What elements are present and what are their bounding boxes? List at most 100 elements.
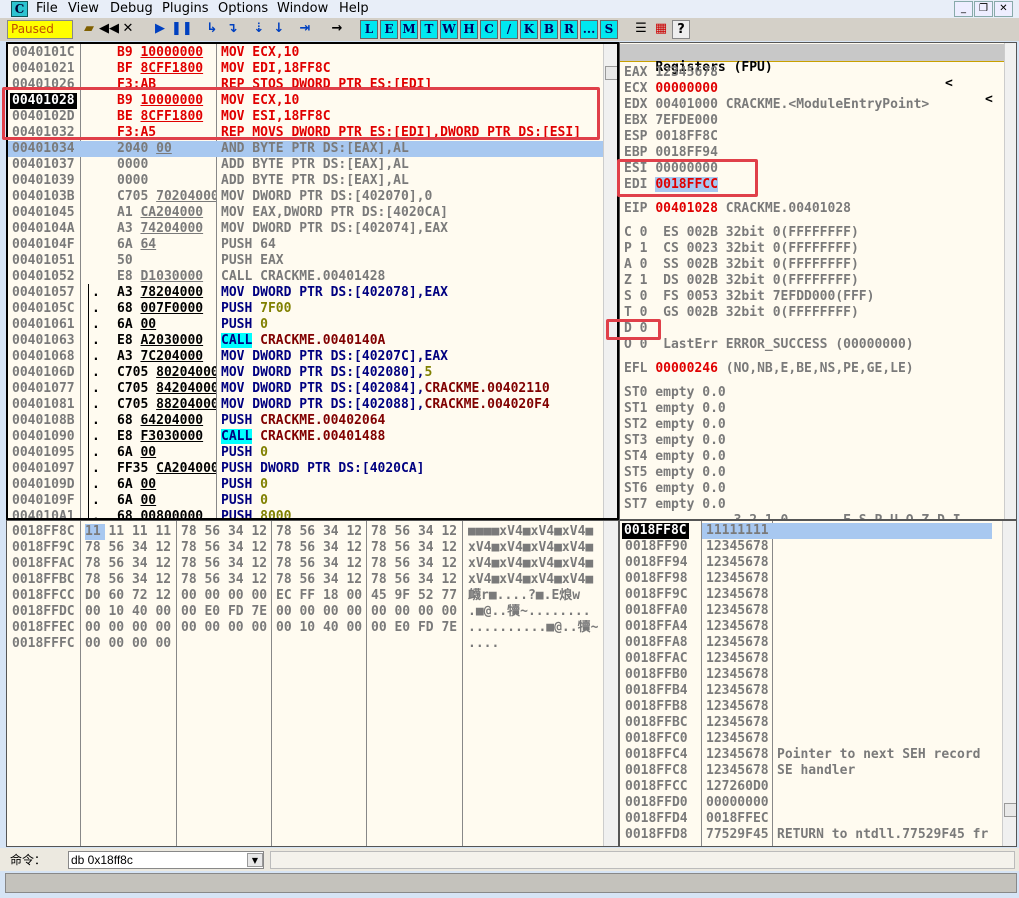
dump-hex-group[interactable]: 00 00 00 00 <box>181 620 267 636</box>
disasm-row[interactable]: 00401052 E8 D1030000 CALL CRACKME.00401428 <box>8 269 603 285</box>
stack-row[interactable]: 0018FFAC 12345678 <box>620 651 992 667</box>
register-row[interactable]: C 0 ES 002B 32bit 0(FFFFFFFF) <box>624 225 859 241</box>
disasm-row[interactable]: 00401021 BF 8CFF1800 MOV EDI,18FF8C <box>8 61 603 77</box>
disasm-row[interactable]: 00401037 0000 ADD BYTE PTR DS:[EAX],AL <box>8 157 603 173</box>
dump-hex-group[interactable]: 78 56 34 12 <box>181 540 267 556</box>
dump-hex-group[interactable]: 00 E0 FD 7E <box>181 604 267 620</box>
disasm-row[interactable]: 00401090. E8 F3030000 CALL CRACKME.0040148… <box>8 429 603 445</box>
open-icon[interactable]: ▰ <box>80 20 98 39</box>
stack-row[interactable]: 0018FFC0 12345678 <box>620 731 992 747</box>
disasm-row[interactable]: 00401095. 6A 00 PUSH 0 <box>8 445 603 461</box>
dump-hex-group[interactable]: 00 00 00 00 <box>85 620 171 636</box>
register-value[interactable]: 00401000 <box>655 97 718 112</box>
stack-row[interactable]: 0018FFD4 0018FFEC <box>620 811 992 827</box>
register-row[interactable]: ST6 empty 0.0 <box>624 481 726 497</box>
menu-file[interactable]: File <box>36 1 58 16</box>
dump-row[interactable]: 0018FFAC 78 56 34 12 78 56 34 12 78 56 34 1… <box>7 556 602 572</box>
register-row[interactable]: Z 1 DS 002B 32bit 0(FFFFFFFF) <box>624 273 859 289</box>
dump-hex-group[interactable]: 00 E0 FD 7E <box>371 620 457 636</box>
register-row[interactable]: EBX 7EFDE000 <box>624 113 726 129</box>
disasm-row[interactable]: 0040109D. 6A 00 PUSH 0 <box>8 477 603 493</box>
flag-bit[interactable]: 0 <box>640 289 648 304</box>
disasm-row[interactable]: 0040101C B9 10000000 MOV ECX,10 <box>8 45 603 61</box>
threads-button[interactable]: T <box>420 20 438 39</box>
restore-icon[interactable]: ❐ <box>974 1 993 17</box>
register-value[interactable]: 00401028 <box>655 201 718 216</box>
register-row[interactable]: S 0 FS 0053 32bit 7EFDD000(FFF) <box>624 289 874 305</box>
dump-hex-group[interactable]: 78 56 34 12 <box>371 524 457 540</box>
dump-hex-group[interactable]: 78 56 34 12 <box>181 524 267 540</box>
disasm-row[interactable]: 00401034 2040 00 AND BYTE PTR DS:[EAX],AL <box>8 141 603 157</box>
disasm-row[interactable]: 00401057. A3 78204000 MOV DWORD PTR DS:[40… <box>8 285 603 301</box>
disasm-row[interactable]: 00401081. C705 88204000 MOV DWORD PTR DS:[… <box>8 397 603 413</box>
stack-row[interactable]: 0018FFA4 12345678 <box>620 619 992 635</box>
dump-hex-group[interactable]: 00 00 00 00 <box>276 604 362 620</box>
menu-debug[interactable]: Debug <box>110 1 153 16</box>
references-button[interactable]: R <box>560 20 578 39</box>
dump-hex-group[interactable]: 00 00 00 00 <box>85 636 171 652</box>
registers-scrollbar[interactable] <box>1004 43 1016 519</box>
flag-bit[interactable]: 1 <box>640 273 648 288</box>
dump-hex-group[interactable]: 11 11 11 11 <box>85 524 172 540</box>
register-row[interactable]: ST7 empty 0.0 <box>624 497 726 513</box>
stack-pane[interactable]: 0018FF8C 11111111 0018FF90 12345678 0018FF94… <box>619 520 1017 847</box>
register-value[interactable]: 00000000 <box>655 81 718 96</box>
call-stack-button[interactable]: K <box>520 20 538 39</box>
execute-till-return-icon[interactable]: ⇥ <box>296 20 314 39</box>
chevron-down-icon[interactable]: ▼ <box>247 853 263 867</box>
dump-hex-group[interactable]: 78 56 34 12 <box>85 540 171 556</box>
list-icon[interactable]: ☰ <box>632 20 650 39</box>
stack-row[interactable]: 0018FFC8 12345678 SE handler <box>620 763 992 779</box>
menu-options[interactable]: Options <box>218 1 268 16</box>
dump-hex-group[interactable]: 78 56 34 12 <box>276 540 362 556</box>
modules-button[interactable]: E <box>380 20 398 39</box>
step-into-icon[interactable]: ↳ <box>203 20 221 39</box>
pause-icon[interactable]: ❚❚ <box>171 20 193 39</box>
disasm-row[interactable]: 0040106D. C705 80204000 MOV DWORD PTR DS:[… <box>8 365 603 381</box>
disasm-row[interactable]: 00401061. 6A 00 PUSH 0 <box>8 317 603 333</box>
stack-row[interactable]: 0018FFD0 00000000 <box>620 795 992 811</box>
disasm-row[interactable]: 00401097. FF35 CA204000 PUSH DWORD PTR DS:… <box>8 461 603 477</box>
dump-hex-group[interactable]: 78 56 34 12 <box>276 556 362 572</box>
disasm-row[interactable]: 00401045 A1 CA204000 MOV EAX,DWORD PTR DS:… <box>8 205 603 221</box>
register-value[interactable]: 12345678 <box>655 65 718 80</box>
register-row[interactable]: EDX 00401000 CRACKME.<ModuleEntryPoint> <box>624 97 929 113</box>
menu-window[interactable]: Window <box>277 1 328 16</box>
disasm-row[interactable]: 0040104F 6A 64 PUSH 64 <box>8 237 603 253</box>
dump-row[interactable]: 0018FFFC 00 00 00 00.... <box>7 636 602 652</box>
dump-hex-group[interactable]: 00 10 40 00 <box>276 620 362 636</box>
dump-hex-group[interactable]: 00 00 00 00 <box>181 588 267 604</box>
register-row[interactable]: EFL 00000246 (NO,NB,E,BE,NS,PE,GE,LE) <box>624 361 914 377</box>
disasm-row[interactable]: 004010A1. 68 00800000 PUSH 8000 <box>8 509 603 518</box>
menu-view[interactable]: View <box>68 1 99 16</box>
goto-icon[interactable]: → <box>328 20 346 39</box>
handles-button[interactable]: H <box>460 20 478 39</box>
dump-row[interactable]: 0018FFBC 78 56 34 12 78 56 34 12 78 56 34 1… <box>7 572 602 588</box>
register-value[interactable]: 7EFDE000 <box>655 113 718 128</box>
dump-hex-group[interactable]: EC FF 18 00 <box>276 588 362 604</box>
disasm-row[interactable]: 0040109F. 6A 00 PUSH 0 <box>8 493 603 509</box>
stack-row[interactable]: 0018FFC4 12345678 Pointer to next SEH reco… <box>620 747 992 763</box>
dump-hex-group[interactable]: 78 56 34 12 <box>371 540 457 556</box>
register-row[interactable]: ST3 empty 0.0 <box>624 433 726 449</box>
register-value[interactable]: 0018FF8C <box>655 129 718 144</box>
flag-bit[interactable]: 1 <box>640 241 648 256</box>
breakpoints-button[interactable]: B <box>540 20 558 39</box>
close-icon[interactable]: ✕ <box>119 20 137 39</box>
dump-row[interactable]: 0018FF8C 11 11 11 11 78 56 34 12 78 56 34 1… <box>7 524 602 540</box>
stack-row[interactable]: 0018FFA0 12345678 <box>620 603 992 619</box>
disasm-row[interactable]: 00401039 0000 ADD BYTE PTR DS:[EAX],AL <box>8 173 603 189</box>
disasm-row[interactable]: 0040108B. 68 64204000 PUSH CRACKME.0040206… <box>8 413 603 429</box>
disasm-row[interactable]: 00401068. A3 7C204000 MOV DWORD PTR DS:[40… <box>8 349 603 365</box>
dump-hex-group[interactable]: 00 10 40 00 <box>85 604 171 620</box>
trace-over-icon[interactable]: ↓ <box>270 20 288 39</box>
windows-button[interactable]: W <box>440 20 458 39</box>
run-icon[interactable]: ▶ <box>151 20 169 39</box>
register-row[interactable]: ESP 0018FF8C <box>624 129 726 145</box>
source-button[interactable]: S <box>600 20 618 39</box>
register-row[interactable]: ST4 empty 0.0 <box>624 449 726 465</box>
register-row[interactable]: 3 2 1 0 E S P U O Z D I <box>624 513 961 519</box>
register-row[interactable]: EAX 12345678 <box>624 65 726 81</box>
stack-row[interactable]: 0018FF98 12345678 <box>620 571 992 587</box>
stack-row[interactable]: 0018FFBC 12345678 <box>620 715 992 731</box>
